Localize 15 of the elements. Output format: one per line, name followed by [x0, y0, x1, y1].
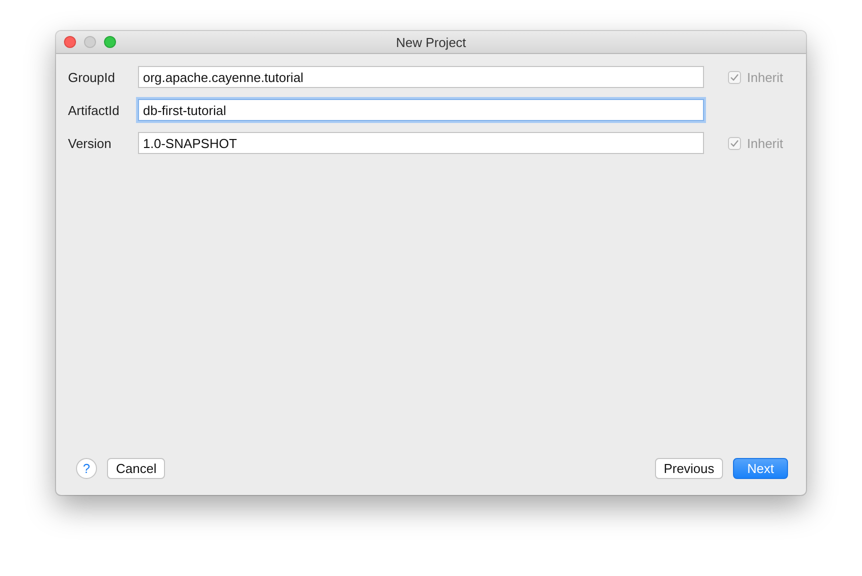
window-title: New Project [396, 34, 466, 50]
field-label: GroupId [68, 70, 116, 84]
field-label: ArtifactId [68, 102, 120, 118]
field-label: Version [68, 136, 112, 150]
input-field[interactable]: db-first-tutorial [138, 99, 704, 121]
zoom-icon[interactable] [104, 36, 116, 48]
dialog-button[interactable]: Cancel [107, 458, 166, 479]
checkbox-label: Inherit [747, 136, 784, 150]
close-icon[interactable] [64, 36, 76, 48]
input-field[interactable]: org.apache.cayenne.tutorial [138, 66, 704, 88]
dialog-button[interactable]: Previous [654, 458, 724, 479]
minimize-icon[interactable] [84, 36, 96, 48]
help-button[interactable]: ? [76, 458, 97, 479]
input-field[interactable]: 1.0-SNAPSHOT [138, 132, 704, 154]
checkbox-label: Inherit [747, 70, 784, 84]
